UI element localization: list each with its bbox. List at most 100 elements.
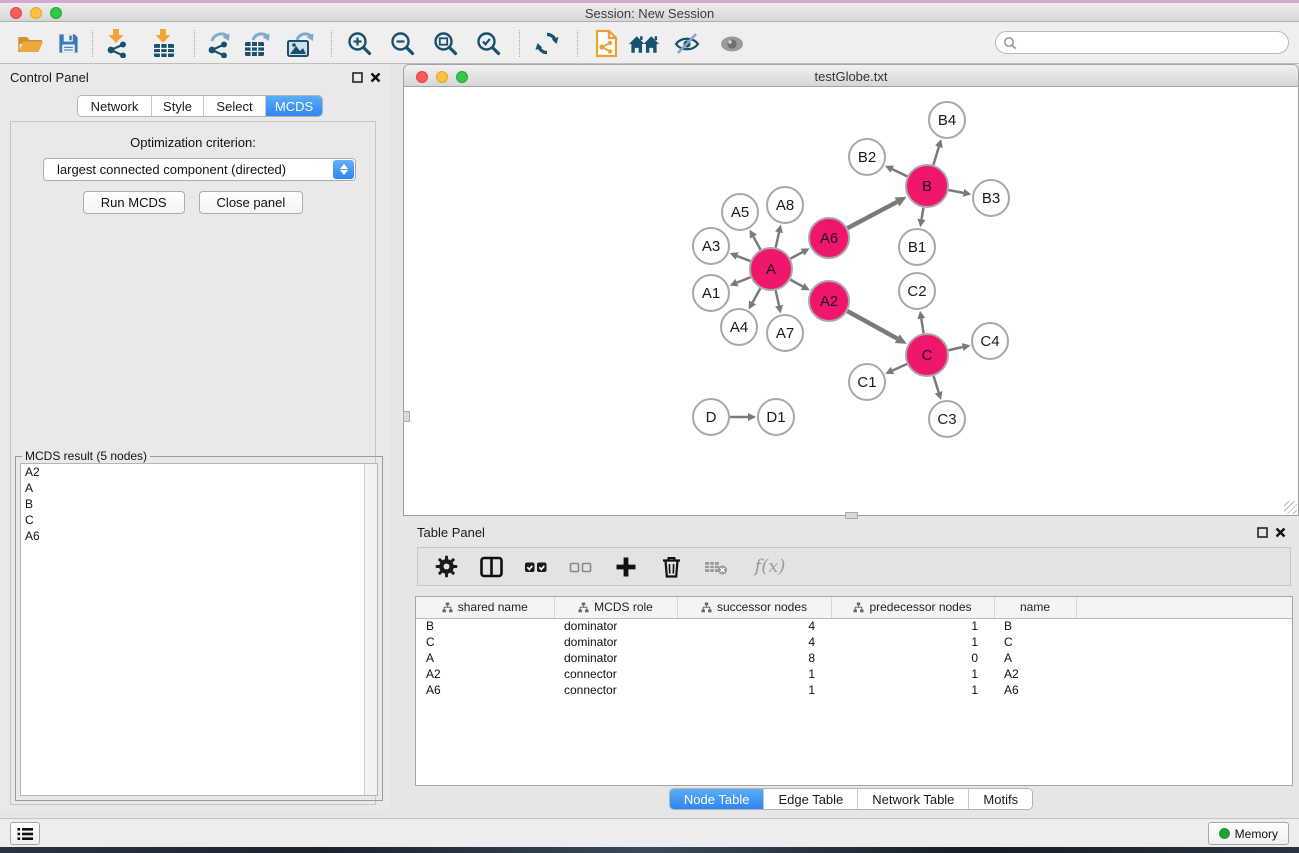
save-session-icon[interactable] xyxy=(52,28,84,59)
float-table-panel-icon[interactable] xyxy=(1256,526,1269,539)
mcds-result-item[interactable]: A2 xyxy=(21,464,377,480)
table-cell[interactable]: 1 xyxy=(831,666,994,682)
edge-A-A4[interactable] xyxy=(753,288,761,302)
table-cell[interactable]: dominator xyxy=(554,650,677,666)
table-cell[interactable]: 1 xyxy=(677,666,831,682)
table-cell[interactable]: A xyxy=(416,650,554,666)
splitter-handle[interactable] xyxy=(403,411,410,422)
table-cell[interactable]: B xyxy=(416,618,554,634)
refresh-icon[interactable] xyxy=(531,28,563,59)
import-network-icon[interactable] xyxy=(101,28,133,59)
export-image-icon[interactable] xyxy=(284,28,316,59)
network-graph[interactable]: B4B2BB3A5A8A6A3AB1A1A2C2A4A7C4C1CC3DD1 xyxy=(409,87,1293,513)
window-titlebar[interactable]: Session: New Session xyxy=(0,3,1299,22)
close-panel-icon[interactable] xyxy=(369,71,382,84)
edge-A-A3[interactable] xyxy=(737,256,750,261)
new-network-from-selection-icon[interactable] xyxy=(590,28,622,59)
table-cell[interactable]: 1 xyxy=(831,634,994,650)
resize-grip-icon[interactable] xyxy=(1284,501,1297,514)
table-cell[interactable]: connector xyxy=(554,666,677,682)
mcds-result-item[interactable]: A xyxy=(21,480,377,496)
splitter-handle[interactable] xyxy=(845,512,858,519)
edge-B-B4[interactable] xyxy=(933,147,938,165)
table-cell[interactable]: A2 xyxy=(994,666,1076,682)
column-header-predecessor-nodes[interactable]: predecessor nodes xyxy=(831,597,994,618)
select-all-icon[interactable] xyxy=(523,554,549,580)
column-header-MCDS-role[interactable]: MCDS role xyxy=(554,597,677,618)
table-cell[interactable]: 1 xyxy=(831,682,994,698)
float-panel-icon[interactable] xyxy=(351,71,364,84)
close-panel-button[interactable]: Close panel xyxy=(199,191,304,214)
table-cell[interactable]: 8 xyxy=(677,650,831,666)
edge-A2-C[interactable] xyxy=(847,311,897,338)
scrollbar-track[interactable] xyxy=(364,464,377,795)
optimization-criterion-select[interactable]: largest connected component (directed) xyxy=(43,158,356,181)
add-column-icon[interactable] xyxy=(613,554,639,580)
table-cell[interactable]: dominator xyxy=(554,634,677,650)
column-header-shared-name[interactable]: shared name xyxy=(416,597,554,618)
tab-node-table[interactable]: Node Table xyxy=(670,789,765,809)
edge-A6-B[interactable] xyxy=(848,202,897,228)
table-cell[interactable]: A xyxy=(994,650,1076,666)
tab-motifs[interactable]: Motifs xyxy=(969,789,1032,809)
deselect-all-icon[interactable] xyxy=(568,554,594,580)
show-columns-icon[interactable] xyxy=(478,554,504,580)
export-table-icon[interactable] xyxy=(241,28,273,59)
table-cell[interactable]: C xyxy=(416,634,554,650)
table-row[interactable]: Bdominator41B xyxy=(416,618,1292,634)
edge-C-C4[interactable] xyxy=(948,347,962,350)
edge-A-A5[interactable] xyxy=(753,237,760,250)
hide-selected-icon[interactable] xyxy=(671,28,703,59)
search-input[interactable] xyxy=(1017,36,1288,50)
tab-style[interactable]: Style xyxy=(152,96,204,116)
table-row[interactable]: Cdominator41C xyxy=(416,634,1292,650)
table-row[interactable]: Adominator80A xyxy=(416,650,1292,666)
table-row[interactable]: A2connector11A2 xyxy=(416,666,1292,682)
mcds-result-list[interactable]: A2ABCA6 xyxy=(20,463,378,796)
network-canvas-area[interactable]: B4B2BB3A5A8A6A3AB1A1A2C2A4A7C4C1CC3DD1 xyxy=(403,87,1299,516)
run-mcds-button[interactable]: Run MCDS xyxy=(83,191,185,214)
delete-column-trash-icon[interactable] xyxy=(658,554,684,580)
column-header-successor-nodes[interactable]: successor nodes xyxy=(677,597,831,618)
table-row[interactable]: A6connector11A6 xyxy=(416,682,1292,698)
table-cell[interactable]: 1 xyxy=(831,618,994,634)
table-cell[interactable]: 4 xyxy=(677,634,831,650)
task-history-list-icon[interactable] xyxy=(10,822,40,845)
tab-network[interactable]: Network xyxy=(78,96,152,116)
toolbar-search[interactable] xyxy=(995,31,1289,54)
tab-edge-table[interactable]: Edge Table xyxy=(764,789,858,809)
zoom-in-icon[interactable] xyxy=(343,28,375,59)
tab-select[interactable]: Select xyxy=(204,96,266,116)
edge-A-A8[interactable] xyxy=(776,232,779,247)
home-icon[interactable] xyxy=(628,28,660,59)
table-cell[interactable]: B xyxy=(994,618,1076,634)
edge-C-C3[interactable] xyxy=(934,376,939,392)
table-options-gear-icon[interactable] xyxy=(433,554,459,580)
mcds-result-item[interactable]: C xyxy=(21,512,377,528)
table-cell[interactable]: dominator xyxy=(554,618,677,634)
column-header-name[interactable]: name xyxy=(994,597,1076,618)
table-cell[interactable]: 1 xyxy=(677,682,831,698)
zoom-out-icon[interactable] xyxy=(386,28,418,59)
mcds-result-item[interactable]: A6 xyxy=(21,528,377,544)
show-hidden-eye-icon[interactable] xyxy=(716,28,748,59)
table-cell[interactable]: A6 xyxy=(416,682,554,698)
table-cell[interactable]: 4 xyxy=(677,618,831,634)
edge-B-B2[interactable] xyxy=(892,169,907,176)
mcds-result-item[interactable]: B xyxy=(21,496,377,512)
table-cell[interactable]: A2 xyxy=(416,666,554,682)
edge-B-B1[interactable] xyxy=(922,208,924,220)
open-session-icon[interactable] xyxy=(14,28,46,59)
table-cell[interactable]: C xyxy=(994,634,1076,650)
edge-A-A2[interactable] xyxy=(790,280,802,287)
edge-A-A1[interactable] xyxy=(737,277,751,282)
import-table-icon[interactable] xyxy=(148,28,180,59)
tab-network-table[interactable]: Network Table xyxy=(858,789,969,809)
table-cell[interactable]: connector xyxy=(554,682,677,698)
edge-C-C1[interactable] xyxy=(893,364,907,370)
table-cell[interactable]: A6 xyxy=(994,682,1076,698)
table-cell[interactable]: 0 xyxy=(831,650,994,666)
edge-B-B3[interactable] xyxy=(949,190,964,193)
tab-mcds[interactable]: MCDS xyxy=(266,96,322,116)
close-table-panel-icon[interactable] xyxy=(1274,526,1287,539)
